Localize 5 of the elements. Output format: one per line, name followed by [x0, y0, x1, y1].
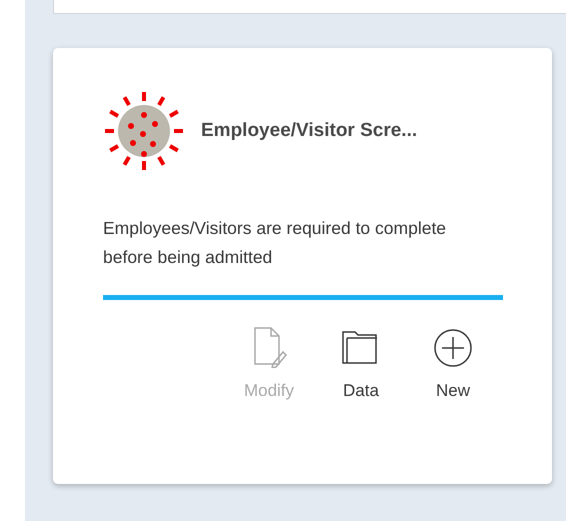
card-title: Employee/Visitor Scre... — [201, 118, 418, 143]
data-button[interactable]: Data — [323, 324, 399, 404]
new-button[interactable]: New — [415, 324, 491, 404]
card-description: Employees/Visitors are required to complete before being admitted — [103, 217, 448, 269]
virus-icon — [103, 90, 185, 172]
